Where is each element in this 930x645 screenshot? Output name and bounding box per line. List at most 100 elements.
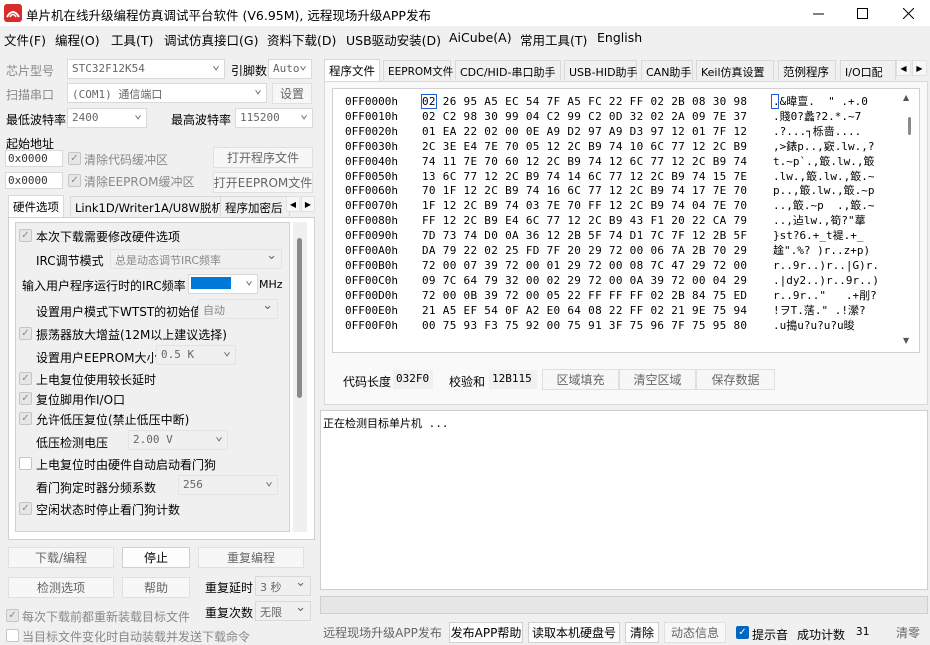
reset-pin-io-checkbox[interactable]: ✓ (19, 392, 32, 405)
detect-options-button[interactable]: 检测选项 (8, 577, 114, 598)
close-button[interactable] (886, 0, 930, 26)
wtst-select[interactable]: 自动 (198, 299, 278, 319)
menu-debug[interactable]: 调试仿真接口(G) (164, 30, 258, 49)
tab-hardware-options[interactable]: 硬件选项 (8, 195, 64, 217)
hex-row-ascii[interactable]: .?...┐栎啬.... (773, 125, 893, 139)
tab-offline-programmer[interactable]: Link1D/Writer1A/U8W脱机 (70, 196, 228, 216)
repeat-program-button[interactable]: 重复编程 (198, 547, 304, 568)
watchdog-prescaler-select[interactable]: 256 (178, 475, 278, 495)
minimize-button[interactable] (796, 0, 840, 26)
reload-before-download-checkbox[interactable]: ✓ (6, 609, 19, 622)
eeprom-size-select[interactable]: 0.5 K (156, 345, 236, 365)
hex-row-bytes[interactable]: 09 7C 64 79 32 00 02 29 72 00 0A 39 72 0… (422, 274, 747, 288)
max-baud-select[interactable]: 115200 (235, 108, 313, 128)
tab-io-config[interactable]: I/O口配 (840, 60, 896, 80)
scroll-down-icon[interactable]: ▼ (903, 336, 913, 346)
chip-select[interactable]: STC32F12K54 (67, 59, 225, 79)
port-settings-button[interactable]: 设置 (272, 83, 312, 104)
clear-area-button[interactable]: 清空区域 (619, 369, 696, 390)
hex-row-bytes[interactable]: 7D 73 74 D0 0A 36 12 2B 5F 74 D1 7C 7F 1… (422, 229, 747, 243)
hex-row-ascii[interactable]: ..,迠lw.,筍?"蕐 (773, 214, 893, 228)
repeat-delay-select[interactable]: 3 秒 (255, 576, 311, 596)
pins-select[interactable]: Auto (268, 59, 312, 79)
options-scrollbar[interactable] (293, 222, 307, 532)
publish-app-help-button[interactable]: 发布APP帮助 (449, 622, 523, 643)
port-select[interactable]: (COM1) 通信端口 (67, 83, 267, 103)
download-program-button[interactable]: 下载/编程 (8, 547, 114, 568)
dynamic-info-button[interactable]: 动态信息 (664, 622, 726, 643)
hex-row-bytes[interactable]: 2C 3E E4 7E 70 05 12 2C B9 74 10 6C 77 1… (422, 140, 747, 154)
hex-row-bytes[interactable]: FF 12 2C B9 E4 6C 77 12 2C B9 43 F1 20 2… (422, 214, 747, 228)
tab-keil-debug[interactable]: Keil仿真设置 (696, 60, 774, 80)
tab-scroll-right-button[interactable]: ▶ (301, 196, 315, 212)
hex-row-ascii[interactable]: .u搗u?u?u?u晙 (773, 319, 893, 333)
hex-scrollbar[interactable]: ▲ ▼ (901, 89, 919, 352)
menu-english[interactable]: English (597, 30, 642, 45)
hex-row-ascii[interactable]: r..9r.." .+剈? (773, 289, 893, 303)
long-reset-delay-checkbox[interactable]: ✓ (19, 372, 32, 385)
idle-stop-watchdog-checkbox[interactable]: ✓ (19, 502, 32, 515)
eeprom-start-address-input[interactable]: 0x0000 (5, 172, 63, 189)
scan-port-button[interactable]: 扫描串口 (6, 86, 54, 103)
tab-examples[interactable]: 范例程序 (778, 60, 836, 80)
hex-row-bytes[interactable]: 70 1F 12 2C B9 74 16 6C 77 12 2C B9 74 1… (422, 184, 747, 198)
tab-scroll-left-button[interactable]: ◀ (286, 196, 300, 212)
hex-row-bytes[interactable]: 01 EA 22 02 00 0E A9 D2 97 A9 D3 97 12 0… (422, 125, 747, 139)
hex-row-bytes[interactable]: 02 26 95 A5 EC 54 7F A5 FC 22 FF 02 2B 0… (422, 95, 747, 109)
irc-frequency-select[interactable] (188, 274, 258, 294)
stop-button[interactable]: 停止 (122, 547, 190, 568)
auto-load-on-change-checkbox[interactable]: ✓ (6, 629, 19, 642)
min-baud-select[interactable]: 2400 (67, 108, 147, 128)
tab-cdc-hid-serial[interactable]: CDC/HID-串口助手 (455, 60, 561, 80)
tab-can[interactable]: CAN助手 (641, 60, 693, 80)
save-data-button[interactable]: 保存数据 (696, 369, 775, 390)
hex-row-bytes[interactable]: 13 6C 77 12 2C B9 74 14 6C 77 12 2C B9 7… (422, 170, 747, 184)
hex-row-bytes[interactable]: 00 75 93 F3 75 92 00 75 91 3F 75 96 7F 7… (422, 319, 747, 333)
beep-checkbox[interactable]: ✓ (736, 626, 749, 639)
menu-file[interactable]: 文件(F) (4, 30, 46, 49)
hex-row-bytes[interactable]: 21 A5 EF 54 0F A2 E0 64 08 22 FF 02 21 9… (422, 304, 747, 318)
tab-program-encryption[interactable]: 程序加密后 (220, 196, 290, 216)
tab-program-file[interactable]: 程序文件 (324, 59, 380, 81)
clear-eeprom-buffer-checkbox[interactable]: ✓ (68, 174, 81, 187)
hex-row-ascii[interactable]: r..9r..)r..|G)r. (773, 259, 893, 273)
log-output[interactable]: 正在检测目标单片机 ... (320, 410, 928, 590)
hex-row-ascii[interactable]: .lw.,箃.lw.,箃.~ (773, 170, 893, 184)
hex-row-ascii[interactable]: 趛".%? )r..z+p) (773, 244, 893, 258)
hex-row-ascii[interactable]: p..,箃.lw.,箃.~p (773, 184, 893, 198)
code-start-address-input[interactable]: 0x0000 (5, 150, 63, 167)
hex-row-bytes[interactable]: 74 11 7E 70 60 12 2C B9 74 12 6C 77 12 2… (422, 155, 747, 169)
hex-row-ascii[interactable]: ,>錶p..,窽.lw.,? (773, 140, 893, 154)
right-tab-scroll-left-button[interactable]: ◀ (896, 60, 911, 76)
clear-log-button[interactable]: 清除 (625, 622, 659, 643)
lvd-voltage-select[interactable]: 2.00 V (128, 430, 228, 450)
tab-eeprom-file[interactable]: EEPROM文件 (383, 60, 453, 80)
fill-area-button[interactable]: 区域填充 (542, 369, 619, 390)
menu-tools[interactable]: 工具(T) (111, 30, 153, 49)
menu-usb-driver[interactable]: USB驱动安装(D) (346, 30, 441, 49)
irc-mode-select[interactable]: 总是动态调节IRC频率 (110, 249, 282, 269)
hex-row-ascii[interactable]: .&暐亶. " .+.0 (773, 95, 893, 109)
remote-upgrade-publish-button[interactable]: 远程现场升级APP发布 (320, 622, 445, 643)
menu-common-tools[interactable]: 常用工具(T) (520, 30, 587, 49)
auto-watchdog-checkbox[interactable]: ✓ (19, 457, 32, 470)
read-disk-id-button[interactable]: 读取本机硬盘号 (528, 622, 620, 643)
menu-download[interactable]: 资料下载(D) (267, 30, 336, 49)
scroll-up-icon[interactable]: ▲ (903, 93, 913, 103)
hex-row-bytes[interactable]: 72 00 0B 39 72 00 05 22 FF FF FF 02 2B 8… (422, 289, 747, 303)
hex-row-bytes[interactable]: 1F 12 2C B9 74 03 7E 70 FF 12 2C B9 74 0… (422, 199, 747, 213)
options-scrollbar-thumb[interactable] (297, 238, 302, 398)
hex-row-bytes[interactable]: 72 00 07 39 72 00 01 29 72 00 08 7C 47 2… (422, 259, 747, 273)
open-program-file-button[interactable]: 打开程序文件 (213, 147, 313, 168)
hex-row-ascii[interactable]: }st?6.+_t褆.+_ (773, 229, 893, 243)
hex-row-ascii[interactable]: ..,箃.~p .,箃.~ (773, 199, 893, 213)
hex-row-bytes[interactable]: 02 C2 98 30 99 04 C2 99 C2 0D 32 02 2A 0… (422, 110, 747, 124)
repeat-count-select[interactable]: 无限 (255, 601, 311, 621)
modify-hw-options-checkbox[interactable]: ✓ (19, 229, 32, 242)
hex-row-ascii[interactable]: t.~p`.,箃.lw.,箃 (773, 155, 893, 169)
maximize-button[interactable] (840, 0, 884, 26)
hex-row-ascii[interactable]: !ヲT.萿." .!瀠? (773, 304, 893, 318)
hex-row-bytes[interactable]: DA 79 22 02 25 FD 7F 20 29 72 00 06 7A 2… (422, 244, 747, 258)
help-button[interactable]: 帮助 (122, 577, 190, 598)
menu-aicube[interactable]: AiCube(A) (449, 30, 512, 45)
